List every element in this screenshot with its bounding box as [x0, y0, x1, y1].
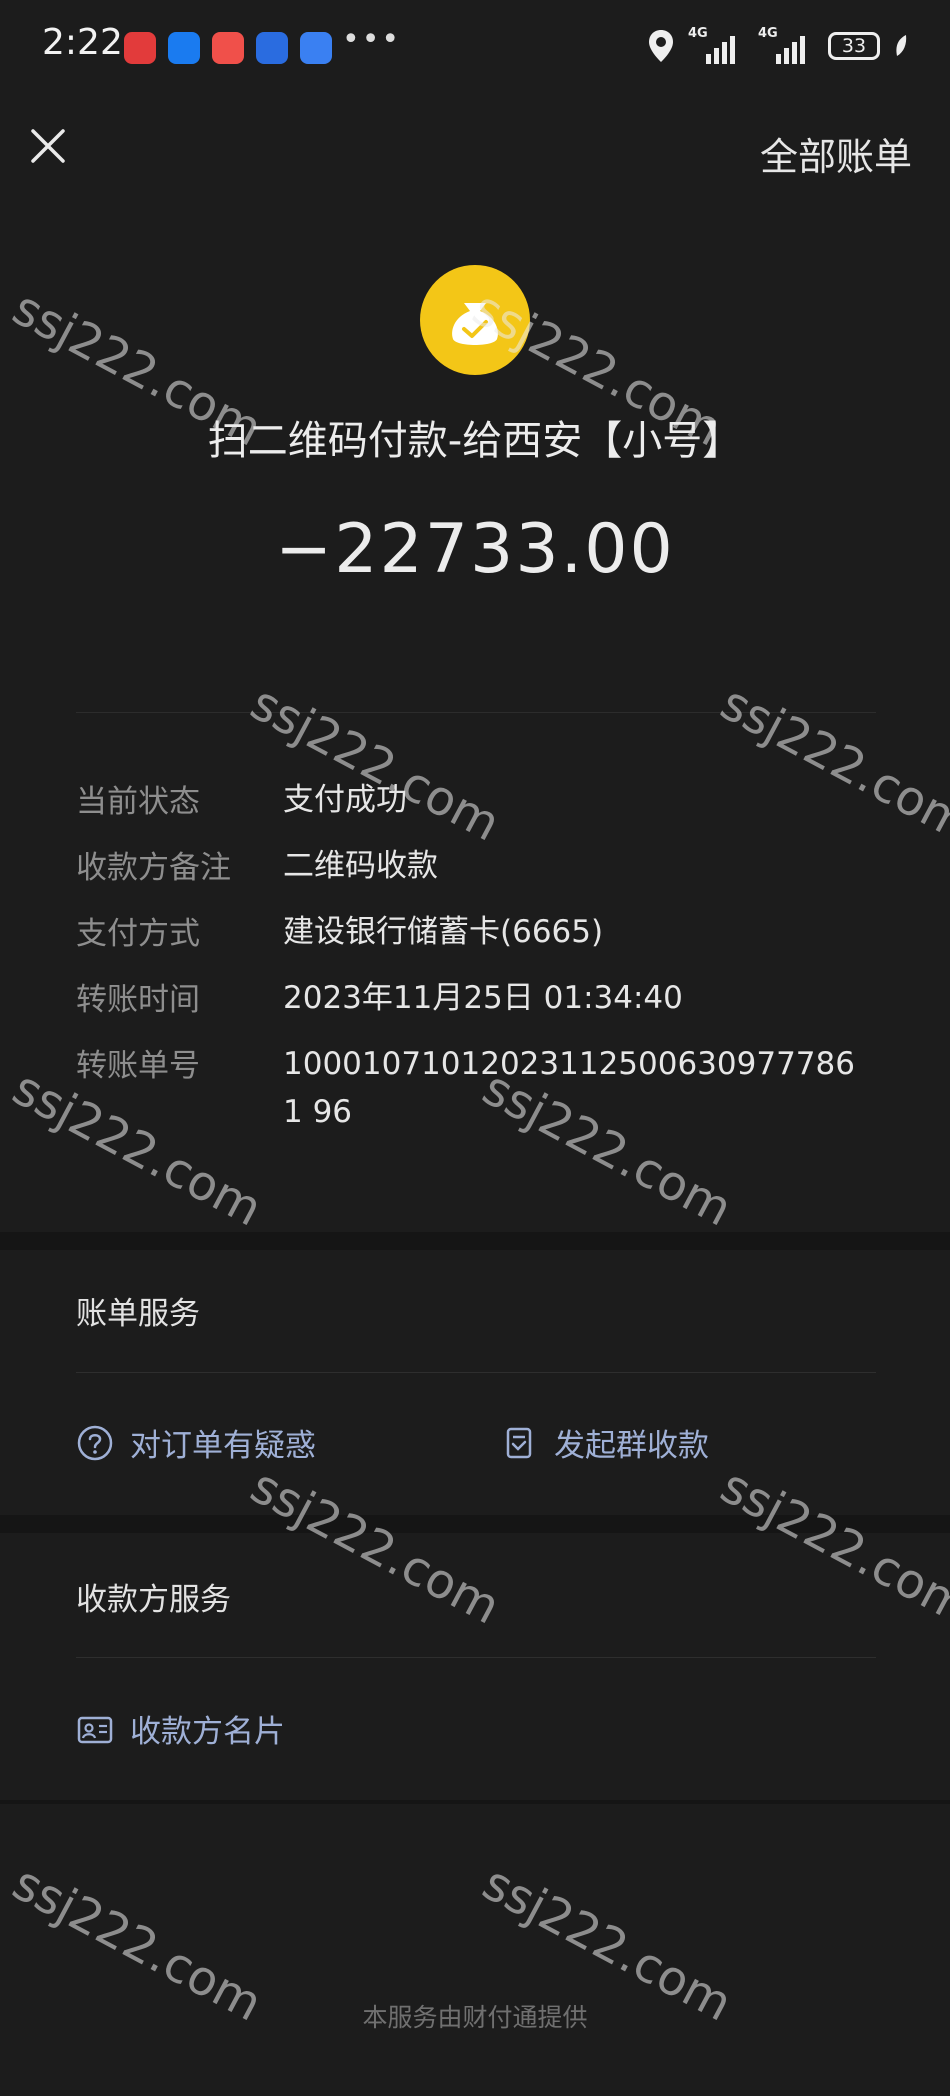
status-bar: 2:22 ••• 4G 4G 33	[0, 0, 950, 100]
watermark: ssj222.com	[711, 675, 950, 853]
order-question-button[interactable]: 对订单有疑惑	[76, 1420, 316, 1465]
close-icon[interactable]	[28, 126, 68, 166]
alipay-app-icon	[168, 32, 200, 64]
payee-card-button[interactable]: 收款方名片	[76, 1706, 285, 1751]
business-card-icon	[77, 1716, 113, 1743]
detail-key: 转账时间	[76, 982, 200, 1018]
detail-key: 收款方备注	[76, 850, 231, 886]
section-separator	[0, 1515, 950, 1533]
shopping-app-icon	[212, 32, 244, 64]
money-bag-icon	[452, 303, 498, 345]
watermark: ssj222.com	[241, 675, 509, 853]
group-collect-label: 发起群收款	[554, 1428, 709, 1464]
detail-value: 二维码收款	[283, 848, 438, 884]
payee-services-title: 收款方服务	[76, 1582, 231, 1618]
payment-amount: −22733.00	[275, 510, 675, 589]
watermark: ssj222.com	[241, 1458, 509, 1636]
group-collect-button[interactable]: 发起群收款	[500, 1420, 709, 1465]
all-bills-link[interactable]: 全部账单	[760, 126, 912, 181]
detail-key: 支付方式	[76, 916, 200, 952]
status-time: 2:22	[42, 22, 123, 63]
bank-app-icon	[124, 32, 156, 64]
section-separator	[0, 1232, 950, 1250]
watermark: ssj222.com	[711, 1458, 950, 1636]
divider	[76, 712, 876, 713]
payment-title: 扫二维码付款-给西安【小号】	[207, 418, 743, 464]
detail-key: 转账单号	[76, 1048, 200, 1084]
divider	[76, 1372, 876, 1373]
status-indicators: 4G 4G 33	[648, 26, 908, 66]
location-icon	[649, 30, 673, 62]
watermark: ssj222.com	[3, 1060, 271, 1238]
detail-value: 支付成功	[283, 782, 407, 818]
detail-value: 100010710120231125006309777861 96	[283, 1046, 855, 1130]
divider	[76, 1657, 876, 1658]
detail-key: 当前状态	[76, 784, 200, 820]
document-icon	[506, 1427, 532, 1458]
order-question-label: 对订单有疑惑	[130, 1428, 316, 1464]
merchant-logo	[420, 265, 530, 375]
detail-value: 2023年11月25日 01:34:40	[283, 980, 683, 1016]
section-separator	[0, 1800, 950, 1804]
notification-icons	[124, 32, 332, 64]
top-bar: 全部账单	[0, 110, 950, 190]
signal-1-icon: 4G	[688, 26, 744, 66]
battery-icon: 33	[828, 32, 880, 60]
charging-leaf-icon	[896, 35, 907, 56]
more-notifications-icon: •••	[342, 22, 402, 57]
question-icon	[77, 1425, 113, 1460]
footer-provider-text: 本服务由财付通提供	[362, 2003, 588, 2032]
bill-services-title: 账单服务	[76, 1296, 200, 1332]
detail-value: 建设银行储蓄卡(6665)	[283, 914, 604, 950]
signal-2-icon: 4G	[758, 26, 814, 66]
payee-card-label: 收款方名片	[130, 1714, 285, 1750]
browser-app-icon	[300, 32, 332, 64]
blue-app-icon	[256, 32, 288, 64]
